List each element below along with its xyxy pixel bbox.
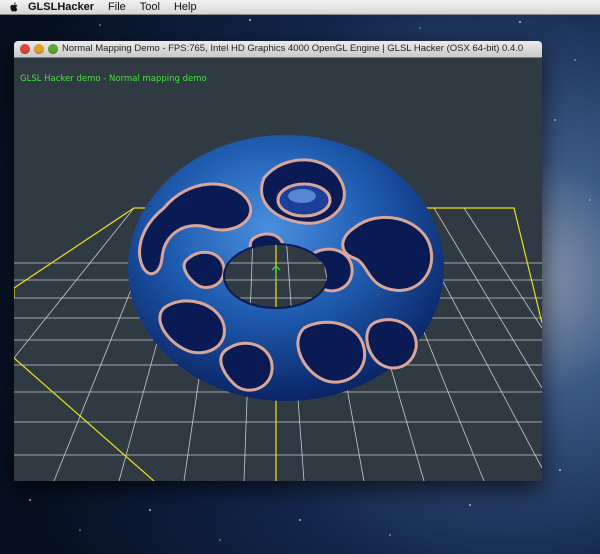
close-icon[interactable] <box>20 44 30 54</box>
menu-bar: GLSLHacker File Tool Help <box>0 0 600 15</box>
window-titlebar[interactable]: Normal Mapping Demo - FPS:765, Intel HD … <box>14 41 542 58</box>
window-title: Normal Mapping Demo - FPS:765, Intel HD … <box>62 43 524 54</box>
menu-file[interactable]: File <box>108 1 126 13</box>
render-viewport[interactable]: GLSL Hacker demo - Normal mapping demo <box>14 58 542 481</box>
3d-scene <box>14 135 542 481</box>
app-window: Normal Mapping Demo - FPS:765, Intel HD … <box>14 41 542 481</box>
menu-tool[interactable]: Tool <box>140 1 160 13</box>
menu-app-name[interactable]: GLSLHacker <box>28 1 94 13</box>
menu-help[interactable]: Help <box>174 1 197 13</box>
demo-label: GLSL Hacker demo - Normal mapping demo <box>20 74 207 84</box>
minimize-icon[interactable] <box>34 44 44 54</box>
apple-icon[interactable] <box>8 1 20 13</box>
torus-model <box>128 135 444 401</box>
zoom-icon[interactable] <box>48 44 58 54</box>
